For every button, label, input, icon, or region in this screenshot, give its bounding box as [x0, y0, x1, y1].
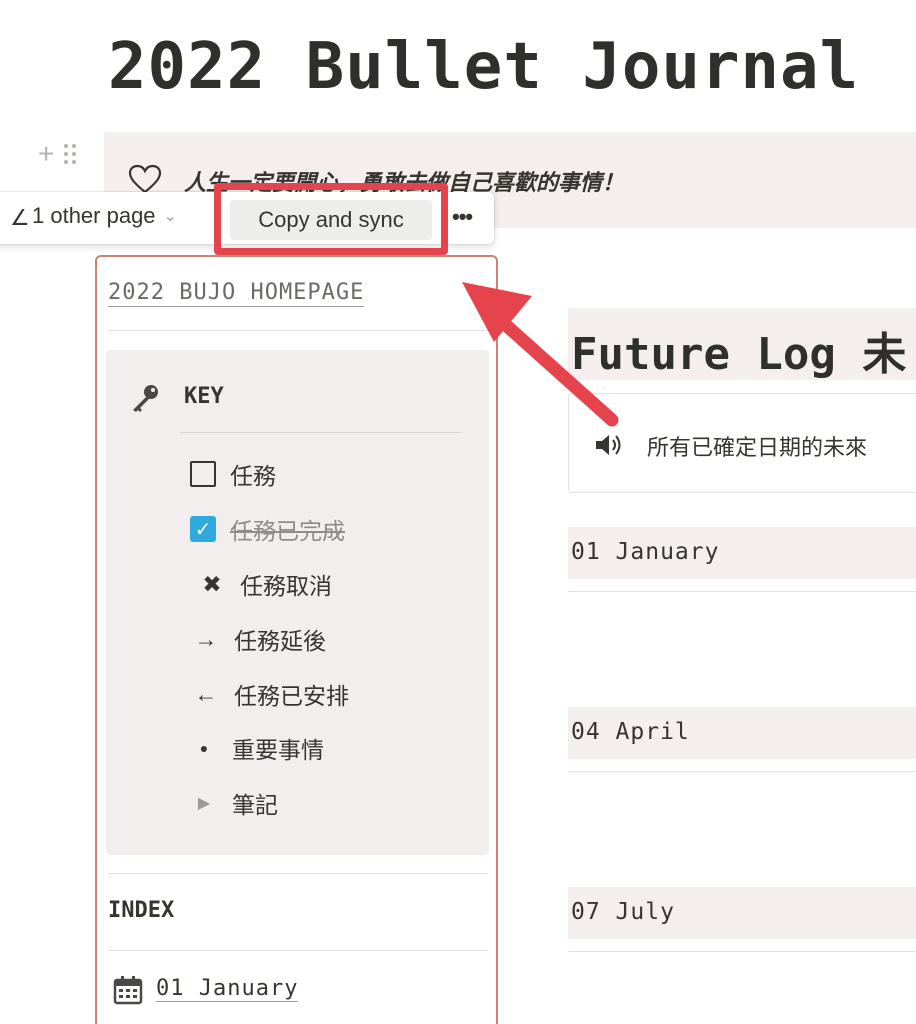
key-item-note: ▶ 筆記: [190, 786, 278, 820]
page-title: 2022 Bullet Journal: [108, 30, 860, 104]
month-heading-july: 07 July: [568, 887, 916, 939]
highlight-box: [214, 183, 448, 255]
key-item-label: 筆記: [232, 792, 278, 818]
future-log-callout-text: 所有已確定日期的未來: [647, 435, 868, 460]
key-item-label: 任務取消: [240, 573, 332, 599]
key-item-label: 任務: [230, 463, 276, 489]
divider: [108, 950, 488, 951]
block-handle[interactable]: +: [38, 140, 77, 168]
key-callout: [106, 350, 489, 855]
arrow-left-icon: ←: [194, 680, 218, 707]
arrow-right-icon: →: [194, 625, 218, 652]
key-item-label: 任務已完成: [230, 518, 345, 544]
other-pages-label: 1 other page: [32, 203, 156, 228]
key-icon: [133, 385, 158, 412]
divider: [568, 591, 916, 592]
key-item-important: ● 重要事情: [190, 731, 324, 765]
divider: [568, 771, 916, 772]
bullet-icon: ●: [199, 740, 209, 756]
divider: [108, 330, 488, 331]
checkbox-empty-icon[interactable]: [190, 461, 216, 487]
future-log-title: Future Log 未: [568, 308, 916, 380]
key-item-task-cancel: ✖ 任務取消: [198, 567, 332, 601]
other-pages-dropdown[interactable]: 1 other page ⌄: [32, 203, 177, 229]
checkbox-checked-icon[interactable]: ✓: [190, 516, 216, 542]
key-item-task-postponed: → 任務延後: [192, 622, 327, 656]
edit-icon[interactable]: ∠: [10, 205, 30, 231]
speaker-icon: [596, 435, 621, 455]
key-item-label: 任務延後: [234, 628, 326, 654]
key-item-task-done: ✓ 任務已完成: [190, 512, 345, 546]
month-heading-january: 01 January: [568, 527, 916, 579]
divider: [180, 432, 462, 433]
drag-handle-icon[interactable]: [64, 144, 77, 164]
plus-icon[interactable]: +: [38, 140, 54, 168]
calendar-icon: [113, 976, 143, 1005]
cross-icon: ✖: [202, 570, 222, 597]
key-item-task: 任務: [190, 457, 276, 491]
divider: [568, 951, 916, 952]
divider: [108, 873, 488, 874]
homepage-link[interactable]: 2022 BUJO HOMEPAGE: [108, 280, 365, 307]
more-options-icon[interactable]: •••: [452, 204, 473, 230]
key-item-task-scheduled: ← 任務已安排: [192, 677, 350, 711]
index-link-january[interactable]: 01 January: [156, 976, 299, 1002]
month-heading-april: 04 April: [568, 707, 916, 759]
key-item-label: 任務已安排: [234, 683, 349, 709]
chevron-down-icon: ⌄: [163, 208, 177, 225]
key-title: KEY: [184, 384, 224, 409]
key-item-label: 重要事情: [232, 737, 324, 763]
index-title: INDEX: [108, 898, 175, 923]
heart-icon: [128, 164, 162, 194]
triangle-right-icon: ▶: [197, 795, 211, 812]
